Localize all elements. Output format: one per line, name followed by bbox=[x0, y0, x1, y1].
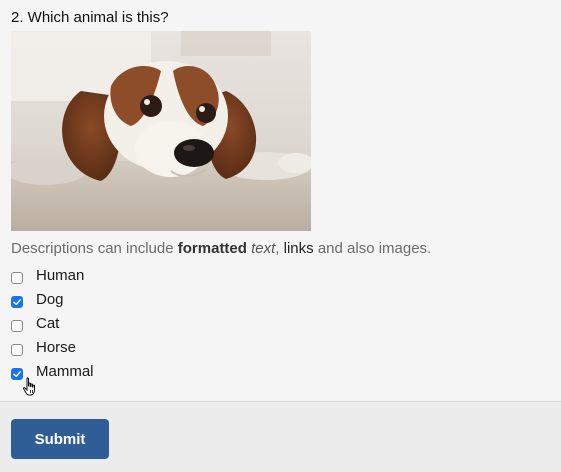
option-label-mammal: Mammal bbox=[36, 363, 94, 380]
description-text: Descriptions can include bbox=[11, 240, 178, 257]
description-suffix: and also images. bbox=[313, 240, 432, 257]
checkbox-horse[interactable] bbox=[11, 344, 23, 356]
option-dog[interactable]: Dog bbox=[11, 288, 131, 312]
form-footer: Submit bbox=[0, 401, 561, 472]
option-label-dog: Dog bbox=[36, 291, 64, 308]
answer-options: Human Dog Cat Horse Mammal bbox=[11, 264, 131, 384]
checkmark-icon bbox=[13, 371, 21, 378]
option-label-human: Human bbox=[36, 267, 85, 284]
checkbox-dog[interactable] bbox=[11, 296, 23, 308]
description-link[interactable]: links bbox=[284, 240, 314, 257]
description-bold-text: formatted bbox=[177, 240, 247, 257]
submit-button[interactable]: Submit bbox=[11, 419, 109, 459]
option-label-horse: Horse bbox=[36, 339, 77, 356]
hand-pointer-icon bbox=[22, 377, 38, 402]
checkmark-icon bbox=[13, 299, 21, 306]
question-description: Descriptions can include formatted text,… bbox=[11, 239, 431, 259]
dog-photo bbox=[11, 31, 311, 231]
checkbox-cat[interactable] bbox=[11, 320, 23, 332]
option-human[interactable]: Human bbox=[11, 264, 131, 288]
option-label-cat: Cat bbox=[36, 315, 60, 332]
option-horse[interactable]: Horse bbox=[11, 336, 131, 360]
checkbox-human[interactable] bbox=[11, 272, 23, 284]
description-separator: , bbox=[275, 240, 284, 257]
description-italic-text: text bbox=[251, 240, 276, 257]
option-cat[interactable]: Cat bbox=[11, 312, 131, 336]
question-title: 2. Which animal is this? bbox=[11, 9, 169, 26]
